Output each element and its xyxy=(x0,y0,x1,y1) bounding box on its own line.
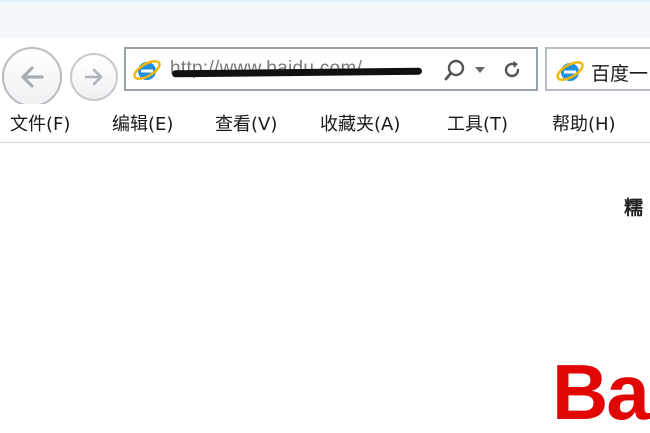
ie-logo-icon xyxy=(133,60,161,80)
menu-help[interactable]: 帮助(H) xyxy=(552,110,616,136)
tab-title: 百度一 xyxy=(591,63,649,85)
back-arrow-icon xyxy=(21,66,44,88)
browser-window: http://www.baidu.com/ 百度一 xyxy=(0,0,650,433)
url-redaction-mark xyxy=(171,67,423,78)
menu-file[interactable]: 文件(F) xyxy=(10,110,70,136)
ie-logo-icon xyxy=(556,61,584,81)
menu-bar: 文件(F) 编辑(E) 查看(V) 收藏夹(A) 工具(T) 帮助(H) xyxy=(0,104,650,143)
menu-favorites[interactable]: 收藏夹(A) xyxy=(320,110,400,136)
page-content: 糯 Ba xyxy=(0,143,650,433)
search-icon[interactable] xyxy=(441,57,469,83)
address-bar[interactable]: http://www.baidu.com/ xyxy=(124,47,538,91)
forward-button[interactable] xyxy=(70,53,118,101)
menu-tools[interactable]: 工具(T) xyxy=(447,110,508,136)
top-nav-link[interactable]: 糯 xyxy=(624,193,643,220)
title-bar xyxy=(0,0,650,38)
back-button[interactable] xyxy=(2,47,62,107)
menu-edit[interactable]: 编辑(E) xyxy=(112,110,173,136)
baidu-logo: Ba xyxy=(552,348,650,433)
refresh-icon[interactable] xyxy=(498,57,526,83)
menu-view[interactable]: 查看(V) xyxy=(215,110,277,136)
forward-arrow-icon xyxy=(84,68,103,86)
chevron-down-icon[interactable] xyxy=(472,57,488,83)
tab-baidu[interactable]: 百度一 xyxy=(545,47,650,91)
